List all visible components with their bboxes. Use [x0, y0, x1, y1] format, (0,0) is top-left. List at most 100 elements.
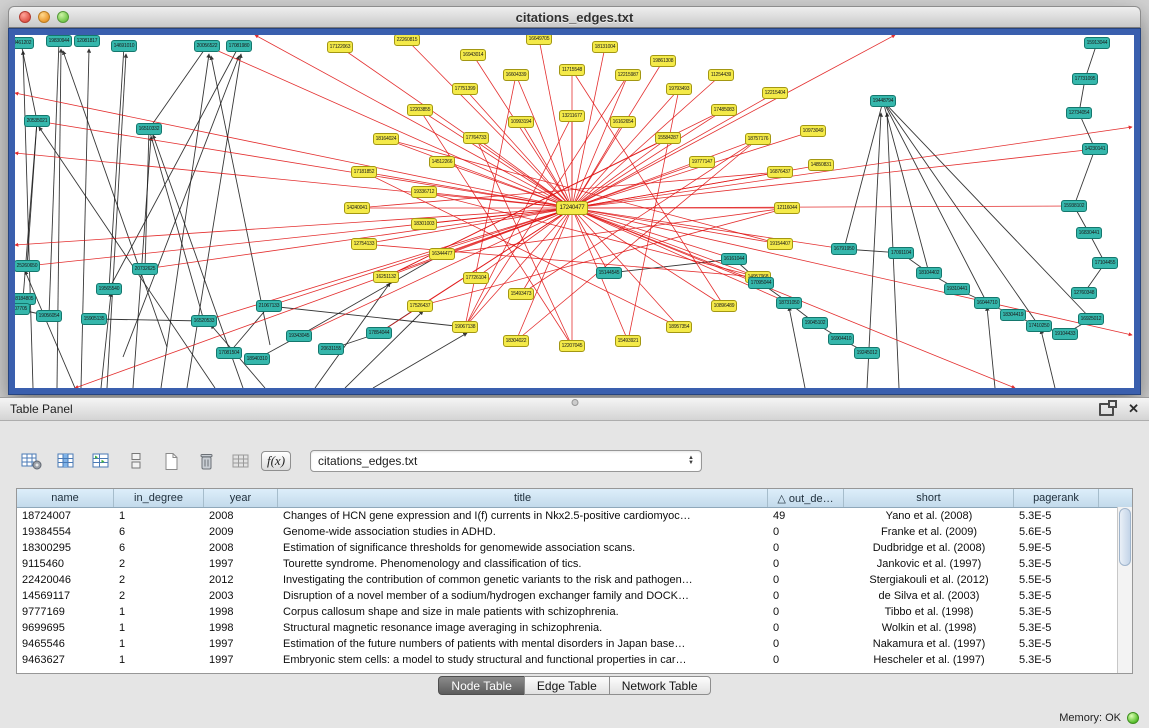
graph-node[interactable]: 22260815: [394, 35, 420, 46]
graph-node[interactable]: 17854044: [366, 327, 392, 339]
graph-node[interactable]: 20732625: [132, 263, 158, 275]
graph-node[interactable]: 19861308: [650, 55, 676, 67]
graph-node[interactable]: 16162654: [610, 116, 636, 128]
row-height-button[interactable]: [123, 448, 149, 474]
graph-node[interactable]: 18940310: [244, 353, 270, 365]
graph-node[interactable]: 16251132: [373, 271, 399, 283]
graph-node[interactable]: 17081504: [216, 347, 242, 359]
graph-node[interactable]: 19336712: [411, 186, 437, 198]
column-header-in-degree[interactable]: in_degree: [114, 489, 204, 507]
graph-node[interactable]: 18304022: [503, 335, 529, 347]
graph-node[interactable]: 11607705: [15, 303, 30, 315]
graph-node[interactable]: 16925012: [1078, 313, 1104, 325]
graph-node[interactable]: 12116044: [774, 202, 800, 214]
graph-node[interactable]: 17726104: [463, 272, 489, 284]
table-row[interactable]: 1830029562008Estimation of significance …: [17, 540, 1132, 556]
close-panel-icon[interactable]: ✕: [1128, 403, 1139, 415]
graph-node[interactable]: 19056054: [36, 310, 62, 322]
table-row[interactable]: 969969511998Structural magnetic resonanc…: [17, 620, 1132, 636]
tab-edge-table[interactable]: Edge Table: [524, 676, 610, 695]
graph-node[interactable]: 16876437: [767, 166, 793, 178]
graph-node[interactable]: 17091104: [888, 247, 914, 259]
delete-column-button[interactable]: [193, 448, 219, 474]
graph-node[interactable]: 20631155: [318, 343, 344, 355]
tab-network-table[interactable]: Network Table: [609, 676, 711, 695]
graph-node[interactable]: 17410250: [1026, 320, 1052, 332]
graph-node[interactable]: 16520533: [191, 315, 217, 327]
table-row[interactable]: 977716911998Corpus callosum shape and si…: [17, 604, 1132, 620]
graph-node[interactable]: 18164024: [373, 133, 399, 145]
graph-node[interactable]: 17731095: [1072, 73, 1098, 85]
graph-node[interactable]: 25260650: [15, 260, 40, 272]
graph-node[interactable]: 15913044: [1084, 37, 1110, 49]
graph-node[interactable]: 14850831: [808, 159, 834, 171]
graph-node[interactable]: 17485083: [711, 104, 737, 116]
graph-node[interactable]: 17526437: [407, 300, 433, 312]
table-row[interactable]: 946362711997Embryonic stem cells: a mode…: [17, 652, 1132, 668]
table-row[interactable]: 1938455462009Genome-wide association stu…: [17, 524, 1132, 540]
graph-node[interactable]: 19343045: [286, 330, 312, 342]
graph-node[interactable]: 17764733: [463, 132, 489, 144]
graph-node[interactable]: 12203855: [407, 104, 433, 116]
graph-node[interactable]: 11715548: [559, 64, 585, 76]
table-settings-button[interactable]: [18, 448, 44, 474]
graph-node[interactable]: 17751399: [452, 83, 478, 95]
zoom-window-button[interactable]: [57, 11, 69, 23]
graph-node[interactable]: 19565540: [96, 283, 122, 295]
graph-node[interactable]: 18461202: [15, 37, 34, 49]
function-builder-button[interactable]: f(x): [263, 448, 289, 474]
graph-node[interactable]: 19310441: [944, 283, 970, 295]
network-canvas[interactable]: 1171554812215987197934931748508318757176…: [15, 35, 1134, 388]
graph-node[interactable]: 17181852: [351, 166, 377, 178]
create-column-button[interactable]: [158, 448, 184, 474]
column-header-year[interactable]: year: [204, 489, 278, 507]
graph-node[interactable]: 19104433: [1052, 328, 1078, 340]
table-row[interactable]: 1872400712008Changes of HCN gene express…: [17, 508, 1132, 524]
graph-node[interactable]: 14230141: [1082, 143, 1108, 155]
graph-node[interactable]: 12215987: [615, 69, 641, 81]
graph-node[interactable]: 14691010: [111, 40, 137, 52]
float-panel-icon[interactable]: [1099, 403, 1114, 416]
minimize-window-button[interactable]: [38, 11, 50, 23]
graph-node[interactable]: 10896489: [711, 300, 737, 312]
graph-node[interactable]: 14240041: [344, 202, 370, 214]
table-row[interactable]: 946554611997Estimation of the future num…: [17, 636, 1132, 652]
graph-node[interactable]: 16344477: [429, 248, 455, 260]
graph-node[interactable]: 19067138: [452, 321, 478, 333]
table-selector-combobox[interactable]: citations_edges.txt ▲▼: [310, 450, 702, 472]
select-columns-button[interactable]: [53, 448, 79, 474]
graph-node[interactable]: 12081817: [74, 35, 100, 47]
column-header-name[interactable]: name: [17, 489, 114, 507]
graph-node[interactable]: 15493921: [615, 335, 641, 347]
table-row[interactable]: 911546021997Tourette syndrome. Phenomeno…: [17, 556, 1132, 572]
graph-node[interactable]: 16649705: [526, 35, 552, 45]
graph-node[interactable]: 19045102: [802, 317, 828, 329]
graph-node[interactable]: 19154407: [767, 238, 793, 250]
column-header-out-de[interactable]: △ out_de…: [768, 489, 844, 507]
graph-node[interactable]: 20535021: [24, 115, 50, 127]
import-table-button[interactable]: [228, 448, 254, 474]
graph-node[interactable]: 19777147: [689, 156, 715, 168]
graph-hub-node[interactable]: 17240477: [556, 201, 588, 215]
graph-node[interactable]: 12734054: [1066, 107, 1092, 119]
graph-node[interactable]: 18757176: [745, 133, 771, 145]
splitter-handle[interactable]: [571, 399, 578, 406]
graph-node[interactable]: 18131004: [592, 41, 618, 53]
graph-node[interactable]: 18731050: [776, 297, 802, 309]
tab-node-table[interactable]: Node Table: [438, 676, 525, 695]
graph-node[interactable]: 18104402: [916, 267, 942, 279]
graph-node[interactable]: 21067133: [256, 300, 282, 312]
graph-node[interactable]: 15938102: [1061, 200, 1087, 212]
graph-node[interactable]: 19245012: [854, 347, 880, 359]
graph-node[interactable]: 10993194: [508, 116, 534, 128]
table-row[interactable]: 1456911722003Disruption of a novel membe…: [17, 588, 1132, 604]
graph-node[interactable]: 18957354: [666, 321, 692, 333]
scrollbar-thumb[interactable]: [1119, 508, 1131, 566]
graph-node[interactable]: 15144545: [596, 267, 622, 279]
column-header-pagerank[interactable]: pagerank: [1014, 489, 1099, 507]
graph-node[interactable]: 12760348: [1071, 287, 1097, 299]
graph-node[interactable]: 12754133: [351, 238, 377, 250]
graph-node[interactable]: 15905135: [81, 313, 107, 325]
graph-node[interactable]: 16830441: [1076, 227, 1102, 239]
graph-node[interactable]: 16904410: [828, 333, 854, 345]
